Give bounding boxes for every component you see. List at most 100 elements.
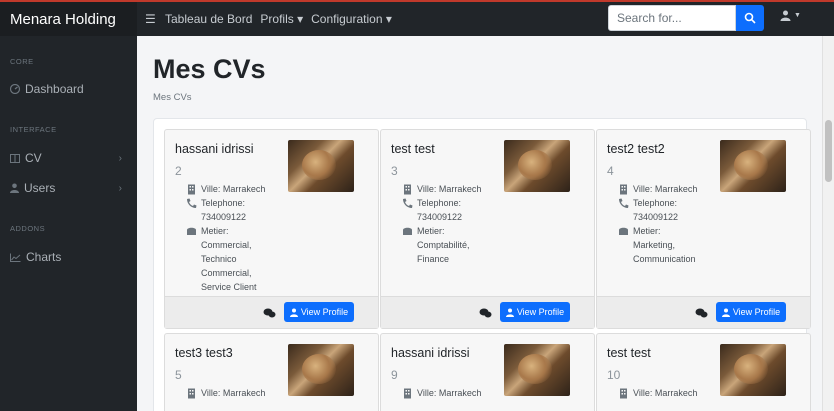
chevron-down-icon: ▼ [794,12,801,19]
comments-icon[interactable] [263,308,276,318]
chevron-right-icon: › [118,152,122,164]
cv-photo [288,344,354,396]
briefcase-icon [403,227,412,235]
page-title: Mes CVs [153,54,266,84]
cv-ville: Ville: Marrakech [201,184,266,194]
cv-id: 3 [391,164,398,178]
vertical-scrollbar[interactable] [822,36,834,411]
nav-profils-dropdown[interactable]: Profils ▾ [260,12,303,26]
sidebar-item-label: CV [25,151,42,165]
cv-info: Ville: Marrakech [618,386,728,400]
sidebar-heading-addons: ADDONS [10,224,46,233]
view-profile-button[interactable]: View Profile [500,302,570,322]
cv-card: test2 test2 4 Ville: Marrakech Telephone… [596,129,811,329]
phone-icon [403,198,413,208]
cv-id: 2 [175,164,182,178]
user-icon [780,10,791,21]
cv-ville: Ville: Marrakech [633,388,698,398]
cv-telephone: 734009122 [201,212,247,222]
search-button[interactable] [736,5,764,31]
cv-name: hassani idrissi [175,142,254,156]
phone-icon [187,198,197,208]
sidebar-item-label: Dashboard [25,82,84,96]
cv-list-container: hassani idrissi 2 Ville: Marrakech Telep… [153,118,811,411]
main-nav: ☰ Tableau de Bord Profils ▾ Configuratio… [137,12,392,26]
nav-configuration-dropdown[interactable]: Configuration ▾ [311,12,392,26]
cv-metier-line: Finance [417,254,450,264]
building-icon [404,184,411,195]
sidebar-item-cv[interactable]: CV › [10,151,128,165]
cv-photo [288,140,354,192]
cv-info: Ville: Marrakech [186,386,296,400]
sidebar-heading-core: CORE [10,57,34,66]
view-profile-label: View Profile [300,307,349,317]
cv-card-footer: View Profile [165,296,378,328]
briefcase-icon [187,227,196,235]
view-profile-button[interactable]: View Profile [284,302,354,322]
cv-metier-line: Marketing, [633,240,676,250]
cv-name: test3 test3 [175,346,233,360]
search-input[interactable]: Search for... [608,5,736,31]
cv-id: 4 [607,164,614,178]
view-profile-button[interactable]: View Profile [716,302,786,322]
main-content: Mes CVs Mes CVs hassani idrissi 2 Ville:… [137,36,822,411]
view-profile-label: View Profile [732,307,781,317]
cv-card: test test 10 Ville: Marrakech [596,333,811,411]
cv-card: test3 test3 5 Ville: Marrakech [164,333,379,411]
building-icon [620,388,627,399]
cv-info: Ville: Marrakech Telephone: 734009122 Me… [402,182,512,266]
cv-ville: Ville: Marrakech [417,184,482,194]
search-icon [744,12,756,24]
sidebar: CORE Dashboard INTERFACE CV › Users › AD… [0,36,137,411]
cv-photo [720,140,786,192]
phone-icon [619,198,629,208]
cv-photo [504,140,570,192]
nav-tableau-de-bord[interactable]: Tableau de Bord [165,12,252,26]
view-profile-label: View Profile [516,307,565,317]
building-icon [404,388,411,399]
cv-metier-label: Metier: [417,226,445,236]
cv-id: 9 [391,368,398,382]
cv-metier-line: Technico [201,254,237,264]
sidebar-item-label: Users [24,181,56,195]
cv-card: hassani idrissi 2 Ville: Marrakech Telep… [164,129,379,329]
sidebar-item-users[interactable]: Users › [10,181,128,195]
cv-telephone: 734009122 [633,212,679,222]
sidebar-item-label: Charts [26,250,62,264]
building-icon [188,388,195,399]
chart-area-icon [10,253,21,262]
user-icon [721,308,730,317]
user-icon [505,308,514,317]
briefcase-icon [619,227,628,235]
cv-id: 10 [607,368,621,382]
comments-icon[interactable] [479,308,492,318]
sidebar-item-dashboard[interactable]: Dashboard [10,82,128,96]
cv-id: 5 [175,368,182,382]
cv-ville: Ville: Marrakech [417,388,482,398]
cv-name: test2 test2 [607,142,665,156]
cv-name: hassani idrissi [391,346,470,360]
cv-card-footer: View Profile [381,296,594,328]
cv-info: Ville: Marrakech Telephone: 734009122 Me… [186,182,296,294]
cv-card-footer: View Profile [597,296,810,328]
cv-metier-line: Commercial, [201,268,252,278]
cv-info: Ville: Marrakech [402,386,512,400]
cv-name: test test [391,142,435,156]
columns-icon [10,153,20,163]
user-menu[interactable]: ▼ [780,10,801,21]
cv-telephone-label: Telephone: [201,198,246,208]
breadcrumb: Mes CVs [153,92,192,103]
brand-logo[interactable]: Menara Holding [0,2,137,36]
building-icon [620,184,627,195]
cv-metier-line: Commercial, [201,240,252,250]
scrollbar-thumb[interactable] [825,120,832,182]
sidebar-item-charts[interactable]: Charts [10,250,128,264]
cv-metier-label: Metier: [633,226,661,236]
comments-icon[interactable] [695,308,708,318]
cv-card: hassani idrissi 9 Ville: Marrakech [380,333,595,411]
menu-toggle-icon[interactable]: ☰ [145,12,157,26]
cv-telephone-label: Telephone: [417,198,462,208]
cv-photo [720,344,786,396]
cv-info: Ville: Marrakech Telephone: 734009122 Me… [618,182,728,266]
user-icon [10,183,19,193]
